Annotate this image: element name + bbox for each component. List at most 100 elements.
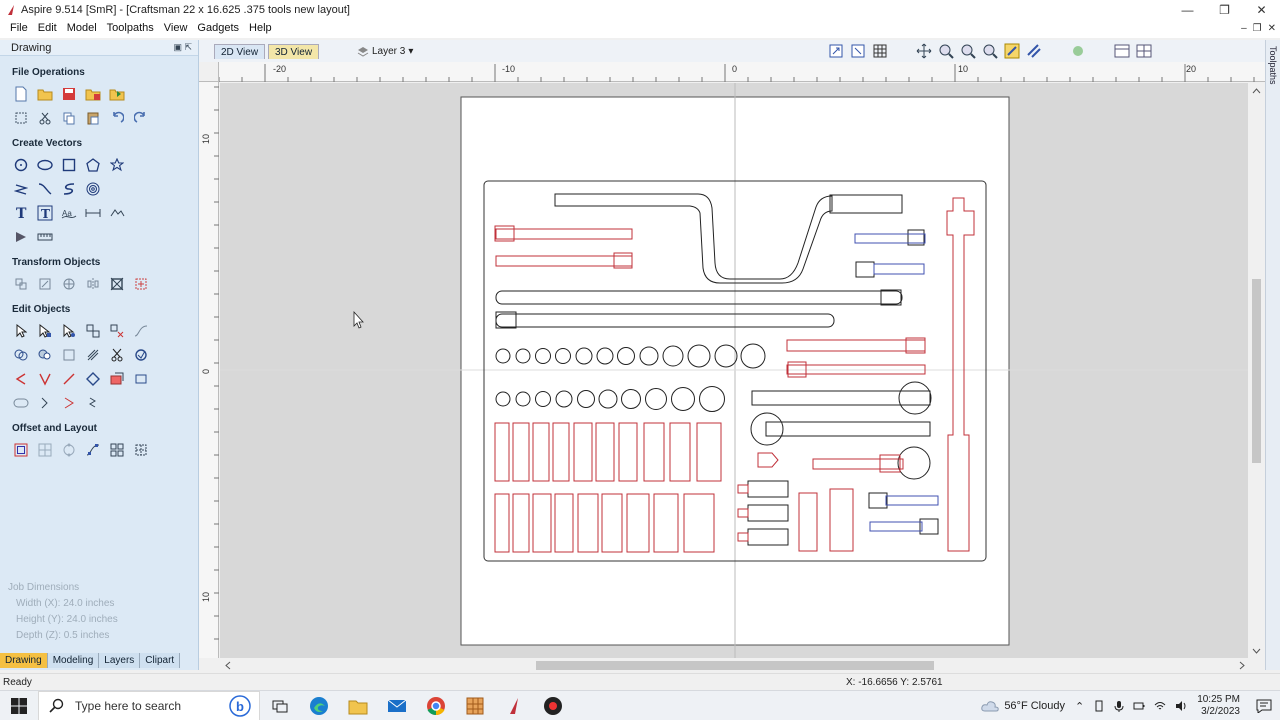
save-as-icon[interactable] (83, 85, 103, 103)
nest-icon[interactable] (107, 370, 127, 388)
select-pointer-icon[interactable] (11, 322, 31, 340)
smooth-icon[interactable] (131, 322, 151, 340)
close-vectors-icon[interactable] (131, 346, 151, 364)
fillet-icon[interactable] (11, 370, 31, 388)
node-edit-icon[interactable] (35, 322, 55, 340)
select-all-icon[interactable] (11, 109, 31, 127)
pan-icon[interactable] (914, 42, 934, 60)
edge-browser-icon[interactable] (299, 691, 338, 720)
notification-icon[interactable] (1252, 699, 1276, 713)
horizontal-scrollbar[interactable] (220, 658, 1250, 673)
extend-icon[interactable] (59, 370, 79, 388)
draw-ellipse-icon[interactable] (35, 156, 55, 174)
text-frame-icon[interactable]: T (35, 204, 55, 222)
bing-icon[interactable]: b (229, 694, 251, 717)
trace-bitmap-icon[interactable] (107, 204, 127, 222)
bracket-icon[interactable] (35, 394, 55, 412)
tab-clipart[interactable]: Clipart (140, 653, 181, 668)
move-icon[interactable] (11, 275, 31, 293)
draw-polyline-icon[interactable] (11, 180, 31, 198)
close-button[interactable]: ✕ (1243, 0, 1280, 19)
open-folder-icon[interactable] (35, 85, 55, 103)
layout-tile-icon[interactable] (1134, 42, 1154, 60)
record-app-icon[interactable] (533, 691, 572, 720)
draw-rectangle-icon[interactable] (59, 156, 79, 174)
label-layout-icon[interactable] (131, 441, 151, 459)
horizontal-scroll-thumb[interactable] (536, 661, 934, 670)
doc-close-button[interactable]: ✕ (1268, 23, 1276, 34)
menu-edit[interactable]: Edit (33, 19, 62, 38)
array-copy-icon[interactable] (35, 441, 55, 459)
restore-button[interactable]: ❐ (1206, 0, 1243, 19)
draw-star-icon[interactable] (107, 156, 127, 174)
weather-widget[interactable]: 56°F Cloudy (981, 700, 1065, 712)
tab-drawing[interactable]: Drawing (0, 653, 48, 668)
vcarve-app-icon[interactable] (455, 691, 494, 720)
start-button[interactable] (0, 691, 38, 720)
import-icon[interactable] (107, 85, 127, 103)
draw-circle-icon[interactable] (11, 156, 31, 174)
save-icon[interactable] (59, 85, 79, 103)
minimize-button[interactable]: — (1169, 0, 1206, 19)
tab-layers[interactable]: Layers (99, 653, 141, 668)
menu-gadgets[interactable]: Gadgets (192, 19, 244, 38)
menu-file[interactable]: File (5, 19, 33, 38)
zoom-selected-icon[interactable] (980, 42, 1000, 60)
measure-tool-icon[interactable] (35, 228, 55, 246)
text-tool-icon[interactable]: T (11, 204, 31, 222)
aspire-taskbar-icon[interactable] (494, 691, 533, 720)
offset-icon[interactable] (11, 441, 31, 459)
panel-pin-icon[interactable]: ▣ ⇱ (173, 42, 192, 53)
zoom-extents-icon[interactable] (826, 42, 846, 60)
circular-array-icon[interactable] (59, 441, 79, 459)
taskbar-search[interactable]: Type here to search b (38, 690, 260, 720)
battery-icon[interactable] (1133, 700, 1145, 712)
tab-2d-view[interactable]: 2D View (214, 44, 266, 59)
rotate-icon[interactable] (59, 275, 79, 293)
draw-curve-icon[interactable] (35, 180, 55, 198)
interactive-select-icon[interactable] (59, 322, 79, 340)
doc-minimize-button[interactable]: – (1241, 23, 1247, 34)
fillet-tool-icon[interactable] (11, 228, 31, 246)
draw-spiral-icon[interactable] (83, 180, 103, 198)
snap-icon[interactable] (1002, 42, 1022, 60)
layout-split-icon[interactable] (1112, 42, 1132, 60)
align-icon[interactable] (131, 275, 151, 293)
join-vectors-icon[interactable] (83, 370, 103, 388)
vertical-scroll-thumb[interactable] (1252, 279, 1261, 463)
dynamic-snap-icon[interactable] (1024, 42, 1044, 60)
copy-along-vector-icon[interactable] (83, 441, 103, 459)
paste-icon[interactable] (83, 109, 103, 127)
sequence-icon[interactable] (83, 394, 103, 412)
tab-modeling[interactable]: Modeling (47, 653, 100, 668)
tab-3d-view[interactable]: 3D View (268, 44, 320, 59)
group-icon[interactable] (83, 322, 103, 340)
new-file-icon[interactable] (11, 85, 31, 103)
network-icon[interactable] (1154, 700, 1166, 712)
layer-dropdown[interactable]: Layer 3 ▾ (357, 44, 413, 59)
dimension-icon[interactable] (83, 204, 103, 222)
zoom-box-icon[interactable] (848, 42, 868, 60)
scale-icon[interactable] (35, 275, 55, 293)
toolpaths-panel-collapsed[interactable]: Toolpaths (1265, 40, 1280, 670)
mirror-icon[interactable] (83, 275, 103, 293)
ungroup-icon[interactable] (107, 322, 127, 340)
draw-polygon-icon[interactable] (83, 156, 103, 174)
copy-icon[interactable] (59, 109, 79, 127)
drawing-canvas[interactable] (220, 83, 1255, 658)
text-on-curve-icon[interactable]: Aa (59, 204, 79, 222)
grid-icon[interactable] (870, 42, 890, 60)
file-explorer-icon[interactable] (338, 691, 377, 720)
volume-icon[interactable] (1175, 700, 1187, 712)
menu-toolpaths[interactable]: Toolpaths (102, 19, 159, 38)
chrome-icon[interactable] (416, 691, 455, 720)
distort-icon[interactable] (107, 275, 127, 293)
offset-shape-icon[interactable] (11, 394, 31, 412)
weld-icon[interactable] (11, 346, 31, 364)
menu-help[interactable]: Help (244, 19, 277, 38)
chamfer-icon[interactable] (35, 370, 55, 388)
cut-icon[interactable] (35, 109, 55, 127)
undo-icon[interactable] (107, 109, 127, 127)
doc-restore-button[interactable]: ❐ (1253, 23, 1262, 34)
intersect-icon[interactable] (59, 346, 79, 364)
